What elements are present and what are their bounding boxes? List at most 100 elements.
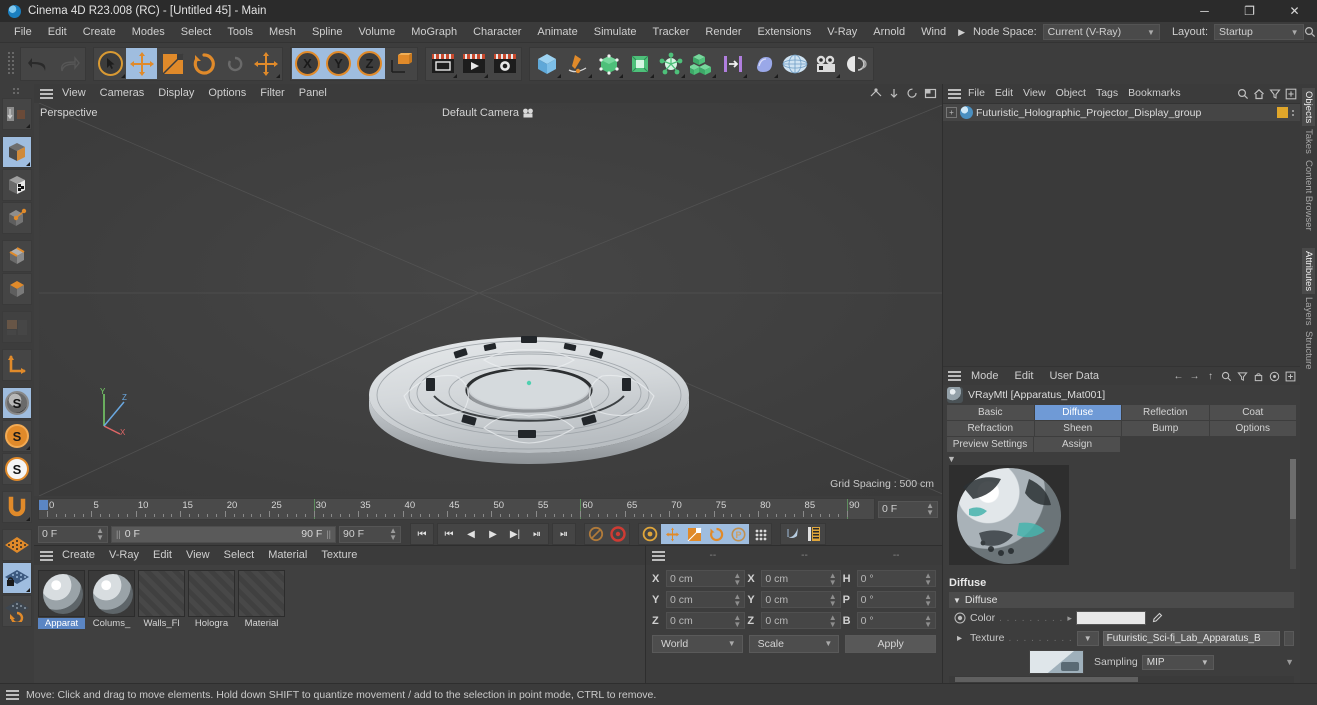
texture-type-select[interactable]: ▼ <box>1076 630 1099 646</box>
select-tool-button[interactable] <box>95 48 126 79</box>
apply-button[interactable]: Apply <box>845 634 937 653</box>
tab-coat[interactable]: Coat <box>1209 404 1296 420</box>
scale-tool-button[interactable] <box>157 48 188 79</box>
rotate-disabled-button[interactable] <box>219 48 250 79</box>
attributes-menu-edit[interactable]: Edit <box>1007 366 1042 387</box>
object-tree[interactable]: + Futuristic_Holographic_Projector_Displ… <box>943 103 1300 367</box>
range-handle-right[interactable]: || <box>326 529 331 539</box>
deformer-button[interactable] <box>655 48 686 79</box>
play-button[interactable]: ▶ <box>482 524 504 544</box>
size-z-field[interactable]: 0 cm ▲ ▼ <box>761 612 841 629</box>
mograph-cloner-button[interactable] <box>686 48 717 79</box>
pos-x-field[interactable]: 0 cm ▲ ▼ <box>666 570 746 587</box>
material-menu-select[interactable]: Select <box>217 545 262 566</box>
size-y-field[interactable]: 0 cm ▲ ▼ <box>761 591 841 608</box>
material-item[interactable]: Hologra <box>188 570 235 629</box>
material-swatch[interactable] <box>238 570 285 617</box>
light-button[interactable] <box>841 48 872 79</box>
viewport-menu-cameras[interactable]: Cameras <box>93 83 152 104</box>
spinner-icon[interactable]: ▲ ▼ <box>829 592 837 607</box>
menu-render[interactable]: Render <box>697 22 749 43</box>
search-icon[interactable] <box>1235 86 1250 101</box>
snap-settings-button[interactable]: S <box>2 453 32 485</box>
material-swatch[interactable] <box>88 570 135 617</box>
record-button[interactable] <box>607 524 629 544</box>
object-manager-hamburger-icon[interactable] <box>946 87 963 101</box>
menu-edit[interactable]: Edit <box>40 22 75 43</box>
material-menu-edit[interactable]: Edit <box>146 545 179 566</box>
panel-move-view-icon[interactable] <box>886 86 902 101</box>
material-item[interactable]: Walls_Fl <box>138 570 185 629</box>
menu-mograph[interactable]: MoGraph <box>403 22 465 43</box>
scroll-down-icon[interactable]: ▼ <box>1285 657 1294 667</box>
spinner-icon[interactable]: ▲ ▼ <box>924 613 932 628</box>
timeline-range-bar[interactable]: || 0 F 90 F || <box>111 525 336 543</box>
rot-p-field[interactable]: 0 ° ▲ ▼ <box>856 591 936 608</box>
texture-field[interactable]: Futuristic_Sci-fi_Lab_Apparatus_B <box>1102 630 1280 646</box>
material-swatch[interactable] <box>188 570 235 617</box>
menu-spline[interactable]: Spline <box>304 22 351 43</box>
material-item[interactable]: Colums_ <box>88 570 135 629</box>
autokeying-button[interactable] <box>585 524 607 544</box>
quantize-button[interactable] <box>2 491 32 523</box>
toolbar-drag-handle[interactable] <box>4 51 18 77</box>
menu-create[interactable]: Create <box>75 22 124 43</box>
material-menu-vray[interactable]: V-Ray <box>102 545 146 566</box>
menu-overflow-arrow-icon[interactable]: ▶ <box>954 27 969 38</box>
enable-axis-button[interactable]: S <box>2 387 32 419</box>
color-expand-icon[interactable]: ▸ <box>1067 613 1072 624</box>
timeline-current-frame-field[interactable]: 0 F ▲ ▼ <box>878 500 938 518</box>
tab-diffuse[interactable]: Diffuse <box>1034 404 1121 420</box>
tab-refraction[interactable]: Refraction <box>947 420 1034 436</box>
spinner-icon[interactable]: ▲ ▼ <box>924 571 932 586</box>
close-button[interactable]: ✕ <box>1272 0 1317 22</box>
viewport-menu-hamburger-icon[interactable] <box>38 87 55 101</box>
menu-vray[interactable]: V-Ray <box>819 22 865 43</box>
vtab-content-browser[interactable]: Content Browser <box>1302 157 1315 234</box>
material-item[interactable]: Material <box>238 570 285 629</box>
back-arrow-icon[interactable]: ← <box>1171 369 1186 384</box>
render-picture-viewer-button[interactable] <box>458 48 489 79</box>
material-menu-material[interactable]: Material <box>261 545 314 566</box>
material-menu-view[interactable]: View <box>179 545 217 566</box>
timeline-button[interactable] <box>803 524 825 544</box>
tab-basic[interactable]: Basic <box>947 404 1034 420</box>
vtab-objects[interactable]: Objects <box>1302 88 1315 127</box>
pos-y-field[interactable]: 0 cm ▲ ▼ <box>666 591 746 608</box>
rot-h-field[interactable]: 0 ° ▲ ▼ <box>856 570 936 587</box>
texture-thumbnail[interactable] <box>1029 650 1084 674</box>
snap-mode-button[interactable]: S <box>2 420 32 452</box>
material-swatch[interactable] <box>138 570 185 617</box>
vtab-structure[interactable]: Structure <box>1302 328 1315 373</box>
render-view-button[interactable] <box>427 48 458 79</box>
menu-character[interactable]: Character <box>465 22 529 43</box>
go-to-end-button[interactable]: ⏯ <box>553 524 575 544</box>
attributes-menu-user-data[interactable]: User Data <box>1042 366 1108 387</box>
vtab-attributes[interactable]: Attributes <box>1302 247 1315 294</box>
model-mode-button[interactable] <box>2 136 32 168</box>
menu-extensions[interactable]: Extensions <box>749 22 819 43</box>
attributes-hamburger-icon[interactable] <box>946 369 963 383</box>
search-icon[interactable] <box>1219 369 1234 384</box>
mograph-effector-button[interactable] <box>717 48 748 79</box>
coordinates-hamburger-icon[interactable] <box>650 549 667 563</box>
point-level-anim-button[interactable] <box>749 524 771 544</box>
viewport-solo-button[interactable] <box>2 311 32 343</box>
search-icon[interactable] <box>1304 24 1317 41</box>
menu-volume[interactable]: Volume <box>351 22 404 43</box>
tab-sheen[interactable]: Sheen <box>1034 420 1121 436</box>
material-swatch[interactable] <box>38 570 85 617</box>
material-tag-icon[interactable] <box>1277 107 1288 118</box>
up-arrow-icon[interactable]: ↑ <box>1203 369 1218 384</box>
menu-animate[interactable]: Animate <box>529 22 585 43</box>
material-menu-create[interactable]: Create <box>55 545 102 566</box>
spinner-icon[interactable]: ▲ ▼ <box>924 592 932 607</box>
redo-button[interactable] <box>53 48 84 79</box>
add-icon[interactable] <box>1283 369 1298 384</box>
vtab-layers[interactable]: Layers <box>1302 294 1315 329</box>
keyframe-selection-button[interactable] <box>639 524 661 544</box>
polygons-mode-button[interactable] <box>2 273 32 305</box>
coordinate-system-select[interactable]: World ▼ <box>652 634 743 653</box>
menu-select[interactable]: Select <box>173 22 220 43</box>
attributes-scrollbar[interactable] <box>1290 458 1296 569</box>
